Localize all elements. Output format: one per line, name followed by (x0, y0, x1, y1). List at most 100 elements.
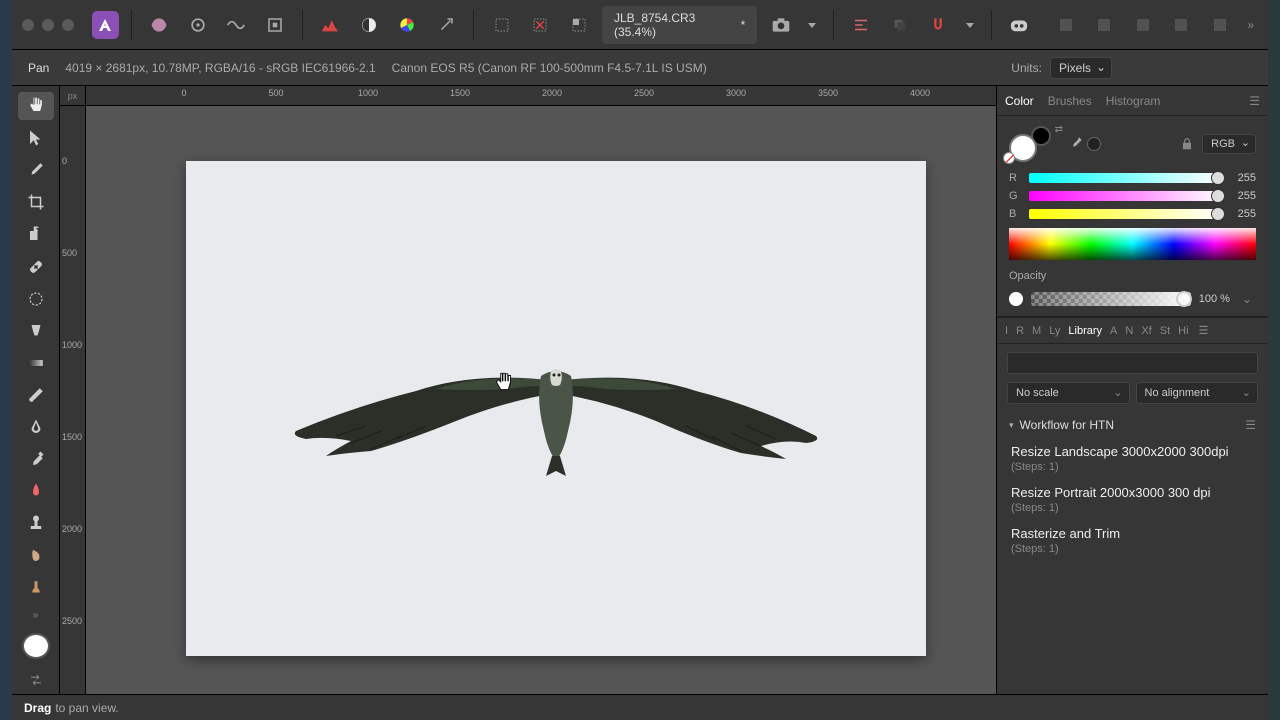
canvas-area: px 0 500 1000 1500 2000 2500 3000 3500 4… (60, 86, 996, 694)
crop-preset-button[interactable] (259, 9, 290, 41)
macro-item[interactable]: Resize Landscape 3000x2000 300dpi (Steps… (1007, 438, 1258, 479)
no-color-swatch[interactable] (1003, 152, 1015, 164)
b-slider[interactable] (1029, 209, 1220, 219)
brush-tool[interactable] (18, 156, 54, 184)
stamp-tool[interactable] (18, 509, 54, 537)
fx-button[interactable] (182, 9, 213, 41)
lock-icon[interactable] (1180, 137, 1194, 151)
status-bar: Drag to pan view. (12, 694, 1268, 720)
macro-item[interactable]: Rasterize and Trim (Steps: 1) (1007, 520, 1258, 561)
horizontal-ruler[interactable]: 0 500 1000 1500 2000 2500 3000 3500 4000 (86, 86, 996, 106)
clone-tool[interactable] (18, 220, 54, 248)
scale-select[interactable]: No scale (1007, 382, 1130, 404)
tb-extra-1[interactable] (1050, 9, 1081, 41)
snap-dropdown[interactable] (962, 9, 979, 41)
tb-extra-3[interactable] (1128, 9, 1159, 41)
mini-tab-library[interactable]: Library (1068, 325, 1102, 337)
tools-panel: » (12, 86, 60, 694)
tools-overflow-button[interactable]: » (29, 606, 43, 625)
desktop-edge-left (0, 0, 12, 720)
auto-adjust-button[interactable] (431, 9, 462, 41)
deselect-button[interactable] (525, 9, 556, 41)
invert-select-button[interactable] (563, 9, 594, 41)
mini-tab-n[interactable]: N (1125, 325, 1133, 337)
align-button[interactable] (846, 9, 877, 41)
eyedropper-icon[interactable] (1067, 136, 1083, 152)
pan-tool[interactable] (18, 92, 54, 120)
units-select[interactable]: Pixels (1050, 57, 1112, 79)
r-slider[interactable] (1029, 173, 1220, 183)
canvas-viewport[interactable] (86, 106, 996, 694)
macro-item[interactable]: Resize Portrait 2000x3000 300 dpi (Steps… (1007, 479, 1258, 520)
snap-button[interactable] (923, 9, 954, 41)
tb-extra-2[interactable] (1089, 9, 1120, 41)
mini-tab-xf[interactable]: Xf (1141, 325, 1151, 337)
color-spectrum[interactable] (1009, 228, 1256, 260)
tb-extra-5[interactable] (1205, 9, 1236, 41)
mini-tab-i[interactable]: I (1005, 325, 1008, 337)
document-canvas[interactable] (186, 161, 926, 656)
panel-menu-button[interactable]: ☰ (1249, 94, 1260, 108)
opacity-dropdown[interactable]: ⌄ (1238, 292, 1256, 306)
mini-tab-ly[interactable]: Ly (1049, 325, 1060, 337)
sample-point-icon[interactable] (1087, 137, 1101, 151)
flood-select-tool[interactable] (18, 317, 54, 345)
mini-tab-st[interactable]: St (1160, 325, 1170, 337)
document-tab-label: JLB_8754.CR3 (35.4%) (614, 11, 735, 39)
paint-tool[interactable] (18, 381, 54, 409)
move-tool[interactable] (18, 124, 54, 152)
arrange-button-1[interactable] (885, 9, 916, 41)
studio-panel-menu[interactable]: ☰ (1199, 324, 1209, 337)
macro-group-header[interactable]: ▾ Workflow for HTN ☰ (1007, 412, 1258, 438)
gradient-tool[interactable] (18, 349, 54, 377)
selection-tool[interactable] (18, 285, 54, 313)
opacity-value[interactable]: 100 % (1199, 293, 1230, 305)
camera-button[interactable] (765, 9, 796, 41)
curves-button[interactable] (221, 9, 252, 41)
smudge-tool[interactable] (18, 542, 54, 570)
circle-adjust-button[interactable] (354, 9, 385, 41)
assistant-button[interactable] (1004, 9, 1035, 41)
tb-extra-4[interactable] (1166, 9, 1197, 41)
macro-group-menu[interactable]: ☰ (1245, 418, 1256, 432)
color-wheel-button[interactable] (392, 9, 423, 41)
eyedropper-tool[interactable] (18, 445, 54, 473)
tab-histogram[interactable]: Histogram (1106, 90, 1161, 112)
library-search-input[interactable] (1007, 352, 1258, 374)
minimize-window-button[interactable] (42, 19, 54, 31)
crop-tool[interactable] (18, 188, 54, 216)
color-mode-select[interactable]: RGB (1202, 134, 1256, 154)
persona-button[interactable] (144, 9, 175, 41)
g-value[interactable]: 255 (1228, 190, 1256, 202)
b-value[interactable]: 255 (1228, 208, 1256, 220)
g-slider[interactable] (1029, 191, 1220, 201)
select-all-button[interactable] (486, 9, 517, 41)
camera-dropdown[interactable] (804, 9, 821, 41)
more-tool[interactable] (18, 574, 54, 602)
sharpen-tool[interactable] (18, 413, 54, 441)
histogram-adjust-button[interactable] (315, 9, 346, 41)
document-tab[interactable]: JLB_8754.CR3 (35.4%) * (602, 6, 757, 44)
mini-tab-a[interactable]: A (1110, 325, 1117, 337)
context-toolbar: Pan 4019 × 2681px, 10.78MP, RGBA/16 - sR… (12, 50, 1268, 86)
maximize-window-button[interactable] (62, 19, 74, 31)
swap-colors-icon[interactable]: ⇄ (1055, 124, 1063, 135)
r-label: R (1009, 172, 1021, 184)
r-value[interactable]: 255 (1228, 172, 1256, 184)
color-panel-tabs: Color Brushes Histogram ☰ (997, 86, 1268, 116)
heal-tool[interactable] (18, 253, 54, 281)
mini-tab-hi[interactable]: Hi (1178, 325, 1188, 337)
close-window-button[interactable] (22, 19, 34, 31)
tab-color[interactable]: Color (1005, 90, 1034, 112)
swap-colors-button[interactable] (18, 671, 54, 688)
mini-tab-m[interactable]: M (1032, 325, 1041, 337)
tab-brushes[interactable]: Brushes (1048, 90, 1092, 112)
toolbar-overflow-button[interactable]: » (1243, 14, 1258, 36)
foreground-color-swatch[interactable] (22, 633, 50, 659)
bird-image (276, 321, 836, 501)
vertical-ruler[interactable]: 0 500 1000 1500 2000 2500 (60, 106, 86, 694)
alignment-select[interactable]: No alignment (1136, 382, 1259, 404)
burn-tool[interactable] (18, 477, 54, 505)
mini-tab-r[interactable]: R (1016, 325, 1024, 337)
opacity-slider[interactable] (1031, 292, 1191, 306)
